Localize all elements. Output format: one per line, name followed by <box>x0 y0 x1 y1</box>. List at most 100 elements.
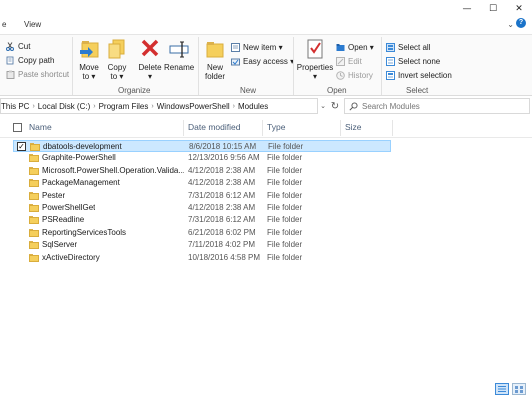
cut-button[interactable]: Cut <box>6 40 30 52</box>
new-item-label: New item ▾ <box>243 42 283 52</box>
new-folder-button[interactable]: New folder <box>202 37 228 81</box>
move-to-button[interactable]: Move to ▾ <box>76 37 102 81</box>
select-group-label: Select <box>406 86 429 95</box>
file-date-modified: 10/18/2016 4:58 PM <box>188 252 261 262</box>
delete-button[interactable]: Delete ▾ <box>136 37 164 81</box>
column-name[interactable]: Name <box>29 122 52 132</box>
file-type: File folder <box>267 215 303 225</box>
delete-label: Delete <box>138 63 162 72</box>
new-item-button[interactable]: New item ▾ <box>231 41 283 53</box>
select-all-checkbox[interactable] <box>13 123 22 132</box>
paste-shortcut-label: Paste shortcut <box>18 69 70 79</box>
close-button[interactable]: ✕ <box>506 0 532 18</box>
folder-icon <box>29 166 39 175</box>
ribbon-separator <box>198 37 199 95</box>
easy-access-button[interactable]: Easy access ▾ <box>231 55 294 67</box>
file-name: PSReadline <box>42 215 85 225</box>
file-name: ReportingServicesTools <box>42 227 127 237</box>
edit-label: Edit <box>348 56 362 66</box>
file-row[interactable]: PackageManagement 4/12/2018 2:38 AM File f… <box>13 177 391 189</box>
history-button[interactable]: History <box>336 69 373 81</box>
copy-to-button[interactable]: Copy to ▾ <box>104 37 130 81</box>
file-row[interactable]: xActiveDirectory 10/18/2016 4:58 PM File f… <box>13 252 391 264</box>
cut-label: Cut <box>18 41 31 51</box>
paste-shortcut-button[interactable]: Paste shortcut <box>6 68 69 80</box>
address-bar: This PC › Local Disk (C:) › Program File… <box>0 97 532 115</box>
file-row[interactable]: Pester 7/31/2018 6:12 AM File folder <box>13 190 391 202</box>
row-checkbox[interactable]: ✓ <box>17 142 26 151</box>
ribbon-tabs: e View <box>0 20 532 34</box>
rename-label: Rename <box>164 63 195 72</box>
minimize-button[interactable]: — <box>454 0 480 18</box>
new-item-icon <box>231 42 240 52</box>
help-icon[interactable]: ? <box>516 18 526 28</box>
file-row[interactable]: ReportingServicesTools 6/21/2018 6:02 PM F… <box>13 227 391 239</box>
breadcrumb-local-disk[interactable]: Local Disk (C:) <box>38 102 90 111</box>
easy-access-icon <box>231 57 240 66</box>
breadcrumb-program-files[interactable]: Program Files <box>99 102 149 111</box>
invert-selection-button[interactable]: Invert selection <box>386 69 452 81</box>
breadcrumb-this-pc[interactable]: This PC <box>1 102 29 111</box>
select-none-button[interactable]: Select none <box>386 55 440 67</box>
column-divider[interactable] <box>262 120 263 136</box>
large-icons-view-icon <box>515 386 523 393</box>
maximize-button[interactable]: ☐ <box>480 0 506 18</box>
file-row[interactable]: PSReadline 7/31/2018 6:12 AM File folder <box>13 214 391 226</box>
folder-icon <box>29 179 39 188</box>
refresh-icon[interactable]: ↻ <box>328 98 342 114</box>
large-icons-view-toggle[interactable] <box>512 383 526 395</box>
file-row[interactable]: Graphite-PowerShell 12/13/2016 9:56 AM Fil… <box>13 152 391 164</box>
file-date-modified: 6/21/2018 6:02 PM <box>188 227 256 237</box>
column-size[interactable]: Size <box>345 122 362 132</box>
file-row[interactable]: SqlServer 7/11/2018 4:02 PM File folder <box>13 239 391 251</box>
file-date-modified: 7/31/2018 6:12 AM <box>188 190 256 200</box>
scissors-icon <box>6 41 15 51</box>
search-box[interactable] <box>344 98 530 114</box>
folder-icon <box>29 216 39 225</box>
folder-icon <box>29 191 39 200</box>
file-date-modified: 7/11/2018 4:02 PM <box>188 240 256 250</box>
file-row[interactable]: ✓ dbatools-development 8/6/2018 10:15 AM Fi… <box>13 140 391 152</box>
copy-path-button[interactable]: Copy path <box>6 54 54 66</box>
folder-icon <box>29 241 39 250</box>
select-all-button[interactable]: Select all <box>386 41 430 53</box>
collapse-ribbon-icon[interactable]: ⌄ <box>507 20 514 29</box>
file-type: File folder <box>267 252 303 262</box>
column-type[interactable]: Type <box>267 122 285 132</box>
open-icon <box>336 43 345 52</box>
column-date-modified[interactable]: Date modified <box>188 122 240 132</box>
properties-button[interactable]: Properties ▾ <box>296 37 334 81</box>
move-to-dropdown: to ▾ <box>82 72 96 81</box>
file-type: File folder <box>267 203 303 212</box>
file-name: Graphite-PowerShell <box>42 153 116 163</box>
search-input[interactable] <box>362 101 522 111</box>
open-label: Open ▾ <box>348 42 374 52</box>
ribbon: Cut Copy path Paste shortcut Move to ▾ C… <box>0 34 532 96</box>
ribbon-separator <box>72 37 73 95</box>
delete-x-icon <box>139 37 161 61</box>
file-row[interactable]: PowerShellGet 4/12/2018 2:38 AM File folde… <box>13 202 391 214</box>
breadcrumb-windowspowershell[interactable]: WindowsPowerShell <box>157 102 230 111</box>
file-date-modified: 4/12/2018 2:38 AM <box>188 203 256 212</box>
address-history-chevron-icon[interactable]: ⌄ <box>318 98 328 114</box>
folder-icon <box>29 204 39 212</box>
file-type: File folder <box>267 178 303 188</box>
file-type: File folder <box>268 142 304 151</box>
file-date-modified: 4/12/2018 2:38 AM <box>188 178 256 188</box>
history-label: History <box>348 70 373 80</box>
select-all-icon <box>386 42 395 52</box>
details-view-toggle[interactable] <box>495 383 509 395</box>
ribbon-separator <box>293 37 294 95</box>
rename-button[interactable]: Rename <box>164 37 194 72</box>
edit-button[interactable]: Edit <box>336 55 362 67</box>
column-divider[interactable] <box>183 120 184 136</box>
open-button[interactable]: Open ▾ <box>336 41 374 53</box>
column-divider[interactable] <box>392 120 393 136</box>
tab-view[interactable]: View <box>24 20 41 29</box>
file-name: PackageManagement <box>42 178 120 188</box>
file-row[interactable]: Microsoft.PowerShell.Operation.Valida...… <box>13 165 391 177</box>
breadcrumb[interactable]: This PC › Local Disk (C:) › Program File… <box>0 98 318 114</box>
breadcrumb-modules[interactable]: Modules <box>238 102 268 111</box>
column-divider[interactable] <box>340 120 341 136</box>
tab-share[interactable]: e <box>2 20 6 29</box>
